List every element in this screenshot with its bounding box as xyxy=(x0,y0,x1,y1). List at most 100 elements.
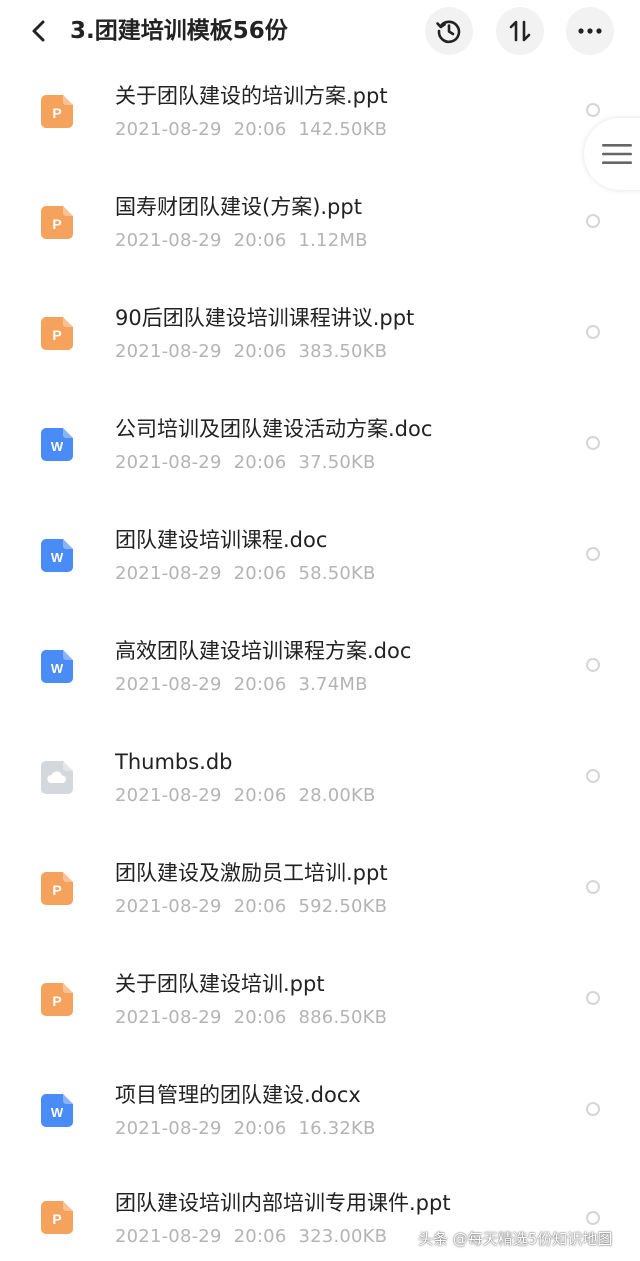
ppt-file-icon: P xyxy=(41,1201,73,1234)
select-radio[interactable] xyxy=(586,325,600,339)
select-radio[interactable] xyxy=(586,658,600,672)
file-time: 20:06 xyxy=(233,1007,287,1028)
svg-text:W: W xyxy=(51,1105,64,1120)
file-name: 关于团队建设的培训方案.ppt xyxy=(115,84,388,108)
file-meta: 2021-08-29 20:06 142.50KB xyxy=(115,118,399,142)
select-radio[interactable] xyxy=(586,103,600,117)
file-date: 2021-08-29 xyxy=(115,785,222,806)
ppt-file-icon: P xyxy=(41,95,73,128)
svg-text:P: P xyxy=(52,327,61,343)
file-date: 2021-08-29 xyxy=(115,1007,222,1028)
file-date: 2021-08-29 xyxy=(115,341,222,362)
file-meta: 2021-08-29 20:06 28.00KB xyxy=(115,784,388,808)
select-radio[interactable] xyxy=(586,880,600,894)
svg-text:W: W xyxy=(51,661,64,676)
list-item[interactable]: Thumbs.db 2021-08-29 20:06 28.00KB xyxy=(0,723,640,834)
file-time: 20:06 xyxy=(233,341,287,362)
file-name: 项目管理的团队建设.docx xyxy=(115,1083,361,1107)
file-name: 国寿财团队建设(方案).ppt xyxy=(115,195,362,219)
watermark: 头条 @每天精选5份知识地图 xyxy=(418,1230,613,1248)
file-name: 团队建设及激励员工培训.ppt xyxy=(115,861,388,885)
ppt-file-icon: P xyxy=(41,206,73,239)
file-time: 20:06 xyxy=(233,1226,287,1247)
file-meta: 2021-08-29 20:06 1.12MB xyxy=(115,229,380,253)
file-time: 20:06 xyxy=(233,674,287,695)
file-meta: 2021-08-29 20:06 323.00KB xyxy=(115,1225,399,1249)
file-date: 2021-08-29 xyxy=(115,1118,222,1139)
history-button[interactable] xyxy=(425,7,473,55)
file-size: 58.50KB xyxy=(298,563,376,584)
cloud-file-icon xyxy=(41,761,73,794)
file-time: 20:06 xyxy=(233,452,287,473)
file-date: 2021-08-29 xyxy=(115,674,222,695)
svg-text:P: P xyxy=(52,216,61,232)
file-meta: 2021-08-29 20:06 886.50KB xyxy=(115,1006,399,1030)
list-item[interactable]: W 公司培训及团队建设活动方案.doc 2021-08-29 20:06 37.50… xyxy=(0,390,640,501)
file-size: 28.00KB xyxy=(298,785,376,806)
file-date: 2021-08-29 xyxy=(115,230,222,251)
file-meta: 2021-08-29 20:06 592.50KB xyxy=(115,895,399,919)
word-file-icon: W xyxy=(41,650,73,683)
file-name: 团队建设培训内部培训专用课件.ppt xyxy=(115,1191,451,1215)
word-file-icon: W xyxy=(41,1094,73,1127)
list-item[interactable]: P 国寿财团队建设(方案).ppt 2021-08-29 20:06 1.12MB xyxy=(0,168,640,279)
word-file-icon: W xyxy=(41,539,73,572)
ppt-file-icon: P xyxy=(41,317,73,350)
list-item[interactable]: W 高效团队建设培训课程方案.doc 2021-08-29 20:06 3.74MB xyxy=(0,612,640,723)
sort-button[interactable] xyxy=(496,7,544,55)
select-radio[interactable] xyxy=(586,547,600,561)
file-meta: 2021-08-29 20:06 58.50KB xyxy=(115,562,388,586)
file-size: 886.50KB xyxy=(298,1007,388,1028)
file-date: 2021-08-29 xyxy=(115,896,222,917)
file-time: 20:06 xyxy=(233,119,287,140)
file-date: 2021-08-29 xyxy=(115,119,222,140)
file-name: 高效团队建设培训课程方案.doc xyxy=(115,639,412,663)
chevron-left-icon xyxy=(32,20,45,42)
sort-icon xyxy=(509,20,531,42)
file-meta: 2021-08-29 20:06 37.50KB xyxy=(115,451,388,475)
page-title: 3.团建培训模板56份 xyxy=(70,18,288,44)
list-item[interactable]: W 团队建设培训课程.doc 2021-08-29 20:06 58.50KB xyxy=(0,501,640,612)
file-name: 团队建设培训课程.doc xyxy=(115,528,328,552)
list-item[interactable]: P 关于团队建设的培训方案.ppt 2021-08-29 20:06 142.50K… xyxy=(0,57,640,168)
history-icon xyxy=(436,20,461,44)
file-size: 16.32KB xyxy=(298,1118,376,1139)
file-size: 592.50KB xyxy=(298,896,388,917)
file-time: 20:06 xyxy=(233,1118,287,1139)
list-item[interactable]: P 关于团队建设培训.ppt 2021-08-29 20:06 886.50KB xyxy=(0,945,640,1056)
menu-icon xyxy=(602,144,632,164)
file-size: 3.74MB xyxy=(298,674,368,695)
select-radio[interactable] xyxy=(586,991,600,1005)
svg-text:P: P xyxy=(52,993,61,1009)
select-radio[interactable] xyxy=(586,214,600,228)
file-meta: 2021-08-29 20:06 383.50KB xyxy=(115,340,399,364)
back-button[interactable] xyxy=(22,14,56,48)
file-time: 20:06 xyxy=(233,785,287,806)
word-file-icon: W xyxy=(41,428,73,461)
file-name: 公司培训及团队建设活动方案.doc xyxy=(115,417,433,441)
more-horizontal-icon xyxy=(578,28,602,34)
file-name: Thumbs.db xyxy=(115,750,233,774)
select-radio[interactable] xyxy=(586,1102,600,1116)
more-button[interactable] xyxy=(566,7,614,55)
svg-text:P: P xyxy=(52,882,61,898)
file-time: 20:06 xyxy=(233,230,287,251)
file-size: 323.00KB xyxy=(298,1226,388,1247)
select-radio[interactable] xyxy=(586,769,600,783)
file-date: 2021-08-29 xyxy=(115,563,222,584)
file-size: 142.50KB xyxy=(298,119,388,140)
file-meta: 2021-08-29 20:06 16.32KB xyxy=(115,1117,388,1141)
list-item[interactable]: P 团队建设及激励员工培训.ppt 2021-08-29 20:06 592.50K… xyxy=(0,834,640,945)
file-size: 383.50KB xyxy=(298,341,388,362)
svg-text:W: W xyxy=(51,439,64,454)
file-size: 1.12MB xyxy=(298,230,368,251)
file-name: 90后团队建设培训课程讲议.ppt xyxy=(115,306,415,330)
file-time: 20:06 xyxy=(233,563,287,584)
list-item[interactable]: W 项目管理的团队建设.docx 2021-08-29 20:06 16.32KB xyxy=(0,1056,640,1167)
select-radio[interactable] xyxy=(586,436,600,450)
file-size: 37.50KB xyxy=(298,452,376,473)
svg-text:W: W xyxy=(51,550,64,565)
list-item[interactable]: P 90后团队建设培训课程讲议.ppt 2021-08-29 20:06 383.5… xyxy=(0,279,640,390)
select-radio[interactable] xyxy=(586,1211,600,1225)
svg-text:P: P xyxy=(52,105,61,121)
